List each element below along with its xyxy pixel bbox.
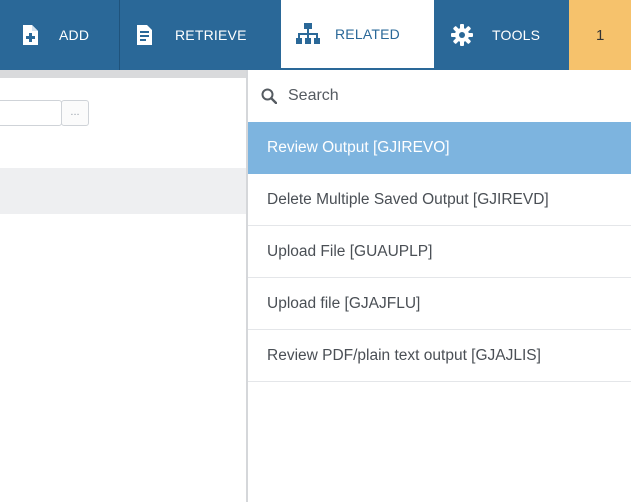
toolbar-separator <box>119 0 120 70</box>
notification-count: 1 <box>596 26 605 44</box>
tools-button[interactable]: TOOLS <box>451 0 540 70</box>
related-search-input[interactable] <box>288 84 608 108</box>
related-search <box>248 70 631 122</box>
retrieve-document-icon <box>137 25 152 45</box>
related-dropdown: Review Output [GJIREVO] Delete Multiple … <box>248 70 631 502</box>
page-top-border <box>0 70 246 78</box>
menu-item-upload-file-guauplp[interactable]: Upload File [GUAUPLP] <box>248 226 631 278</box>
menu-item-review-pdf-output[interactable]: Review PDF/plain text output [GJAJLIS] <box>248 330 631 382</box>
lookup-button[interactable]: ... <box>61 100 89 126</box>
related-button[interactable]: RELATED <box>281 0 434 70</box>
menu-item-label: Review Output [GJIREVO] <box>267 138 450 156</box>
related-menu-list: Review Output [GJIREVO] Delete Multiple … <box>248 122 631 382</box>
menu-item-delete-multiple-saved-output[interactable]: Delete Multiple Saved Output [GJIREVD] <box>248 174 631 226</box>
add-button[interactable]: ADD <box>22 0 89 70</box>
gear-icon <box>451 24 473 46</box>
top-toolbar: ADD RETRIEVE RELATED TOOLS 1 <box>0 0 631 70</box>
retrieve-label: RETRIEVE <box>175 27 247 43</box>
menu-item-label: Upload File [GUAUPLP] <box>267 242 433 260</box>
hierarchy-icon <box>296 23 320 45</box>
tools-label: TOOLS <box>492 27 541 43</box>
add-document-icon <box>22 25 38 45</box>
notification-count-badge[interactable]: 1 <box>569 0 631 70</box>
key-block-input[interactable] <box>0 100 62 126</box>
menu-item-review-output[interactable]: Review Output [GJIREVO] <box>248 122 631 174</box>
retrieve-button[interactable]: RETRIEVE <box>137 0 247 70</box>
app-window: ADD RETRIEVE RELATED TOOLS 1 ... Search … <box>0 0 631 502</box>
add-label: ADD <box>59 27 90 43</box>
lookup-label: ... <box>70 106 80 118</box>
menu-item-label: Review PDF/plain text output [GJAJLIS] <box>267 346 541 364</box>
menu-item-label: Upload file [GJAJFLU] <box>267 294 421 312</box>
menu-item-upload-file-gjajflu[interactable]: Upload file [GJAJFLU] <box>248 278 631 330</box>
background-page: ... <box>0 70 246 502</box>
search-icon <box>261 88 277 104</box>
related-label: RELATED <box>335 26 400 42</box>
menu-item-label: Delete Multiple Saved Output [GJIREVD] <box>267 190 549 208</box>
section-band <box>0 168 246 214</box>
